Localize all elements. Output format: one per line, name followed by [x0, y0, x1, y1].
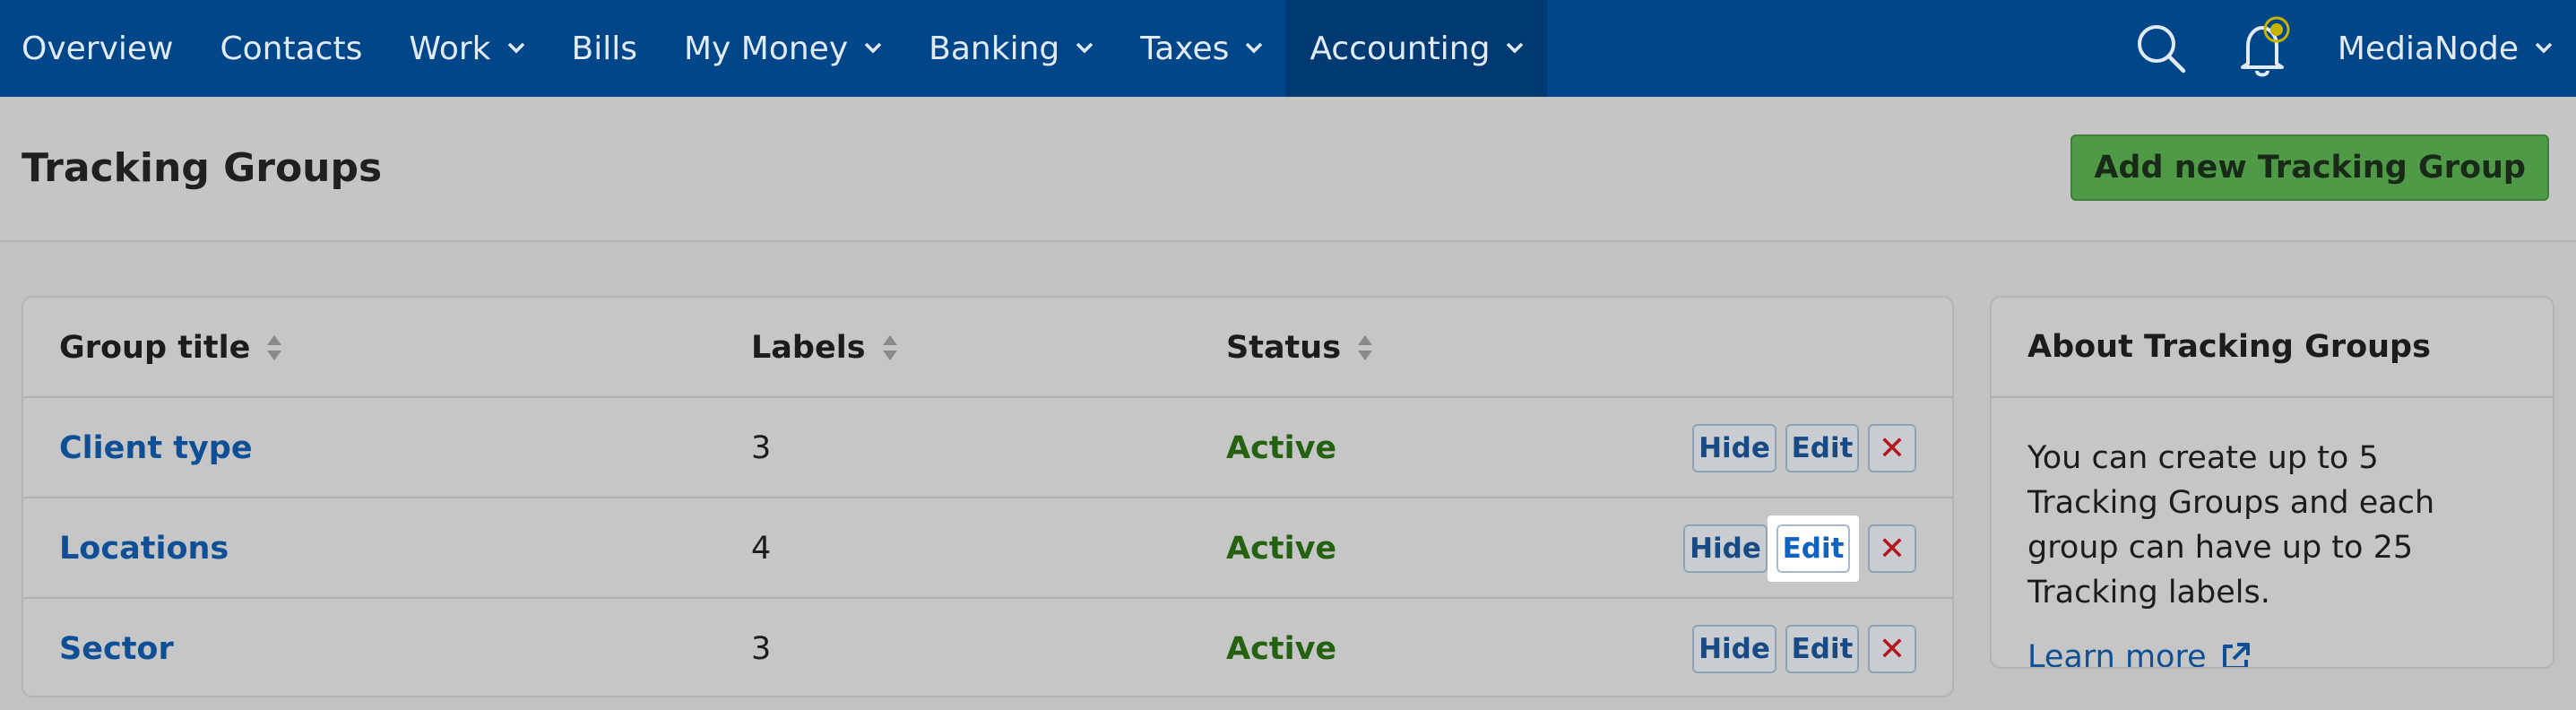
nav-work[interactable]: Work — [385, 0, 548, 97]
delete-button[interactable]: ✕ — [1868, 424, 1916, 472]
column-label: Group title — [59, 330, 251, 366]
chevron-down-icon — [507, 42, 524, 54]
page-header: Tracking Groups Add new Tracking Group — [0, 97, 2576, 242]
learn-more-link[interactable]: Learn more — [2027, 635, 2517, 669]
chevron-down-icon — [864, 42, 882, 54]
nav-label: Bills — [571, 30, 637, 67]
edit-button-wrapper: Edit — [1785, 424, 1859, 472]
table-header-row: Group title Labels Status — [23, 298, 1952, 398]
nav-contacts[interactable]: Contacts — [197, 0, 386, 97]
chevron-down-icon — [2535, 42, 2553, 54]
chevron-down-icon — [1246, 42, 1263, 54]
close-icon: ✕ — [1878, 530, 1906, 567]
nav-banking[interactable]: Banking — [905, 0, 1117, 97]
about-text: You can create up to 5 Tracking Groups a… — [2027, 440, 2435, 610]
hide-button[interactable]: Hide — [1692, 424, 1776, 472]
group-title-link[interactable]: Locations — [59, 498, 229, 599]
nav-label: Taxes — [1140, 30, 1230, 67]
tracking-groups-table: Group title Labels Status Client type 3 … — [22, 296, 1954, 697]
external-link-icon — [2222, 643, 2250, 667]
nav-overview[interactable]: Overview — [0, 0, 197, 97]
hide-button[interactable]: Hide — [1692, 625, 1776, 673]
group-title-link[interactable]: Client type — [59, 398, 253, 498]
group-title-link[interactable]: Sector — [59, 599, 174, 696]
column-label: Labels — [751, 330, 866, 366]
hide-button[interactable]: Hide — [1683, 524, 1768, 573]
chevron-down-icon — [1076, 42, 1094, 54]
org-name: MediaNode — [2337, 30, 2519, 67]
labels-count: 3 — [751, 631, 772, 667]
notifications-button[interactable] — [2234, 0, 2296, 97]
nav-taxes[interactable]: Taxes — [1117, 0, 1286, 97]
learn-more-label: Learn more — [2027, 639, 2207, 669]
close-icon: ✕ — [1878, 429, 1906, 467]
about-body: You can create up to 5 Tracking Groups a… — [1992, 398, 2553, 669]
nav-label: Banking — [929, 30, 1060, 67]
delete-button[interactable]: ✕ — [1868, 524, 1916, 573]
nav-label: Contacts — [220, 30, 363, 67]
bell-icon — [2240, 16, 2290, 77]
search-icon — [2137, 25, 2186, 74]
about-tracking-groups-card: About Tracking Groups You can create up … — [1990, 296, 2554, 669]
top-navigation: Overview Contacts Work Bills My Money Ba… — [0, 0, 2576, 97]
status-text: Active — [1226, 531, 1337, 567]
nav-label: Work — [409, 30, 491, 67]
table-row: Sector 3 Active Hide Edit ✕ — [23, 599, 1952, 696]
labels-count: 3 — [751, 430, 772, 466]
nav-label: Accounting — [1310, 30, 1491, 67]
page-title: Tracking Groups — [22, 145, 383, 191]
edit-button-wrapper: Edit — [1768, 515, 1859, 582]
edit-button[interactable]: Edit — [1785, 625, 1859, 673]
close-icon: ✕ — [1878, 630, 1906, 668]
column-header-labels[interactable]: Labels — [751, 298, 898, 398]
edit-button[interactable]: Edit — [1776, 524, 1850, 573]
search-button[interactable] — [2130, 0, 2192, 97]
nav-accounting[interactable]: Accounting — [1286, 0, 1548, 97]
sort-icon — [267, 335, 282, 360]
about-title: About Tracking Groups — [1992, 298, 2553, 398]
column-header-status[interactable]: Status — [1226, 298, 1373, 398]
status-text: Active — [1226, 430, 1337, 466]
sort-icon — [1358, 335, 1373, 360]
table-row: Client type 3 Active Hide Edit ✕ — [23, 398, 1952, 498]
labels-count: 4 — [751, 531, 772, 567]
chevron-down-icon — [1507, 42, 1524, 54]
delete-button[interactable]: ✕ — [1868, 625, 1916, 673]
column-header-group-title[interactable]: Group title — [59, 298, 282, 398]
nav-bills[interactable]: Bills — [549, 0, 661, 97]
sort-icon — [882, 335, 897, 360]
organization-menu[interactable]: MediaNode — [2338, 30, 2553, 67]
row-actions: Hide Edit ✕ — [1683, 599, 1916, 696]
nav-label: Overview — [22, 30, 174, 67]
status-text: Active — [1226, 631, 1337, 667]
row-actions: Hide Edit ✕ — [1674, 498, 1916, 599]
edit-button[interactable]: Edit — [1785, 424, 1859, 472]
nav-label: My Money — [683, 30, 849, 67]
nav-right-group: MediaNode — [2130, 0, 2576, 97]
nav-my-money[interactable]: My Money — [661, 0, 905, 97]
add-tracking-group-button[interactable]: Add new Tracking Group — [2070, 134, 2549, 201]
table-row: Locations 4 Active Hide Edit ✕ — [23, 498, 1952, 599]
column-label: Status — [1226, 330, 1342, 366]
row-actions: Hide Edit ✕ — [1683, 398, 1916, 498]
edit-button-wrapper: Edit — [1785, 625, 1859, 673]
